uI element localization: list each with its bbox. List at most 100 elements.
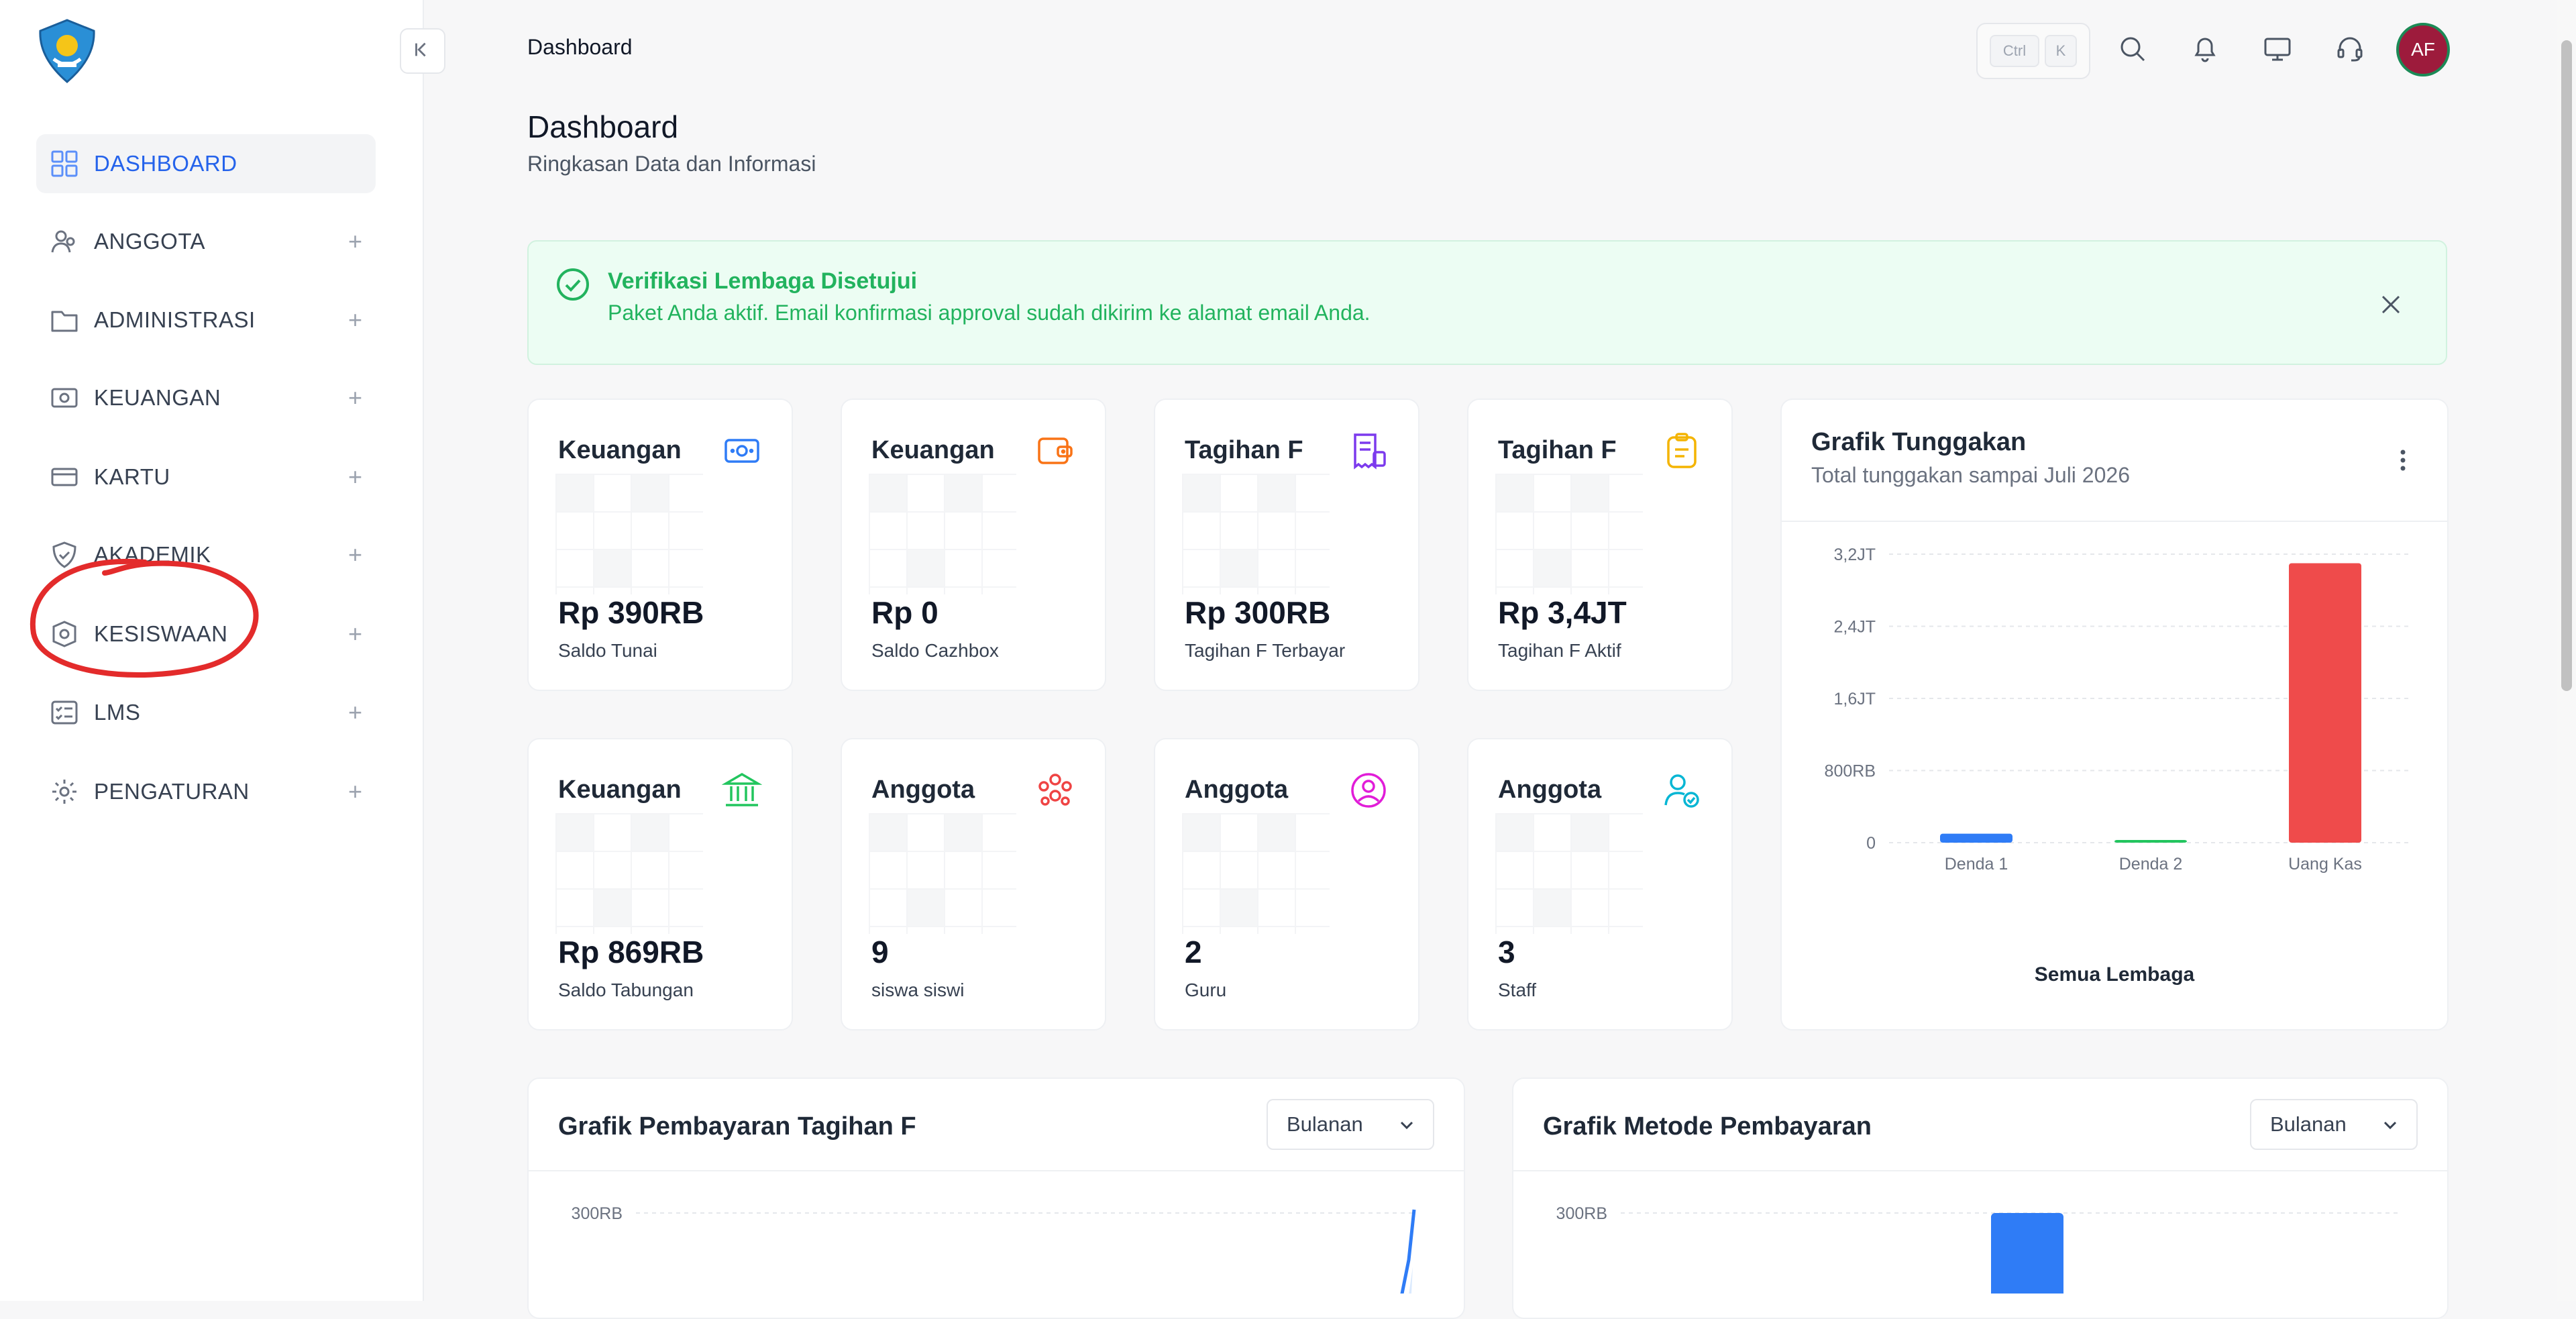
card-pattern xyxy=(1495,474,1643,594)
chart-title: Grafik Tunggakan xyxy=(1811,428,2027,456)
y-tick-label: 2,4JT xyxy=(1833,618,1876,637)
expand-plus-icon[interactable]: + xyxy=(348,525,362,584)
wallet-icon xyxy=(1038,437,1073,464)
stat-card-tagihan-terbayar[interactable]: Tagihan F Rp 300RB Tagihan F Terbayar xyxy=(1154,399,1419,691)
x-tick-label: Denda 2 xyxy=(2119,855,2183,874)
expand-plus-icon[interactable]: + xyxy=(348,683,362,742)
collapse-sidebar-button[interactable] xyxy=(400,28,445,74)
dashboard-grid-icon xyxy=(51,150,78,177)
student-badge-icon xyxy=(52,621,76,647)
sidebar-item-lms[interactable]: LMS + xyxy=(36,683,376,742)
card-title: Anggota xyxy=(871,776,975,804)
stat-card-saldo-tabungan[interactable]: Keuangan Rp 869RB Saldo Tabungan xyxy=(527,738,793,1031)
sidebar-item-label: ANGGOTA xyxy=(94,229,206,254)
expand-plus-icon[interactable]: + xyxy=(348,291,362,350)
card-pattern xyxy=(869,813,1016,934)
money-icon xyxy=(51,388,78,408)
card-label: Saldo Cazhbox xyxy=(871,640,999,661)
card-pattern xyxy=(1495,813,1643,934)
y-tick-label: 1,6JT xyxy=(1833,690,1876,708)
verification-alert: Verifikasi Lembaga Disetujui Paket Anda … xyxy=(527,240,2447,365)
sidebar-item-administrasi[interactable]: ADMINISTRASI + xyxy=(36,291,376,350)
sidebar-item-kesiswaan[interactable]: KESISWAAN + xyxy=(36,604,376,664)
user-avatar[interactable]: AF xyxy=(2396,23,2450,76)
period-select[interactable]: Bulanan xyxy=(2250,1099,2418,1150)
period-select-value: Bulanan xyxy=(1287,1112,1363,1136)
stat-card-tagihan-aktif[interactable]: Tagihan F Rp 3,4JT Tagihan F Aktif xyxy=(1467,399,1733,691)
sidebar-item-label: KEUANGAN xyxy=(94,385,221,410)
alert-message: Paket Anda aktif. Email konfirmasi appro… xyxy=(608,301,1371,325)
card-pattern xyxy=(869,474,1016,594)
sidebar-item-label: AKADEMIK xyxy=(94,542,211,567)
invoice-icon xyxy=(1354,433,1386,470)
scrollbar-thumb[interactable] xyxy=(2561,40,2572,691)
search-icon[interactable] xyxy=(2117,34,2148,64)
checklist-icon xyxy=(51,700,78,725)
card-label: Saldo Tabungan xyxy=(558,980,694,1000)
y-tick-label: 300RB xyxy=(572,1204,623,1223)
stat-card-staff[interactable]: Anggota 3 Staff xyxy=(1467,738,1733,1031)
page-scrollbar[interactable] xyxy=(2557,0,2576,1301)
sidebar-item-keuangan[interactable]: KEUANGAN + xyxy=(36,368,376,427)
institution-logo[interactable] xyxy=(34,17,101,85)
bar-denda-1 xyxy=(1940,833,2012,843)
bell-icon[interactable] xyxy=(2190,34,2220,64)
divider xyxy=(1782,521,2447,522)
expand-plus-icon[interactable]: + xyxy=(348,762,362,821)
sidebar-item-dashboard[interactable]: DASHBOARD xyxy=(36,134,376,193)
sidebar-item-label: KARTU xyxy=(94,464,170,489)
expand-plus-icon[interactable]: + xyxy=(348,447,362,507)
metode-bar-chart: 300RB xyxy=(1556,1204,2399,1294)
group-icon xyxy=(1038,774,1072,806)
more-options-icon[interactable] xyxy=(2396,447,2410,474)
kbd-k: K xyxy=(2045,35,2077,67)
close-icon[interactable] xyxy=(2379,293,2403,317)
card-label: Saldo Tunai xyxy=(558,640,657,661)
chart-footer-label: Semua Lembaga xyxy=(2034,963,2195,986)
cash-icon xyxy=(724,439,759,463)
card-value: Rp 869RB xyxy=(558,935,704,969)
sidebar-item-pengaturan[interactable]: PENGATURAN + xyxy=(36,762,376,821)
sidebar-item-akademik[interactable]: AKADEMIK + xyxy=(36,525,376,584)
y-tick-label: 3,2JT xyxy=(1833,545,1876,564)
stat-card-guru[interactable]: Anggota 2 Guru xyxy=(1154,738,1419,1031)
period-select[interactable]: Bulanan xyxy=(1267,1099,1434,1150)
sidebar-item-anggota[interactable]: ANGGOTA + xyxy=(36,212,376,271)
sidebar-item-kartu[interactable]: KARTU + xyxy=(36,447,376,507)
expand-plus-icon[interactable]: + xyxy=(348,368,362,427)
gear-icon xyxy=(52,780,76,804)
headset-icon[interactable] xyxy=(2334,34,2365,64)
tunggakan-chart-panel: Grafik Tunggakan Total tunggakan sampai … xyxy=(1780,399,2449,1031)
monitor-icon[interactable] xyxy=(2262,34,2293,64)
header-title: Dashboard xyxy=(527,35,633,59)
card-value: Rp 390RB xyxy=(558,595,704,630)
page-subtitle: Ringkasan Data dan Informasi xyxy=(527,152,816,176)
command-search-shortcut[interactable]: Ctrl K xyxy=(1976,23,2090,79)
x-tick-label: Uang Kas xyxy=(2288,855,2362,874)
expand-plus-icon[interactable]: + xyxy=(348,604,362,664)
folder-icon xyxy=(51,311,78,332)
chart-subtitle: Total tunggakan sampai Juli 2026 xyxy=(1811,463,2130,487)
tunggakan-bar-chart: 0 800RB 1,6JT 2,4JT 3,2JT Denda 1 Denda 2 Uang … xyxy=(1825,545,2412,874)
chart-title: Grafik Metode Pembayaran xyxy=(1543,1112,1872,1141)
expand-plus-icon[interactable]: + xyxy=(348,212,362,271)
divider xyxy=(529,1170,1464,1171)
chevron-down-icon xyxy=(1400,1121,1413,1130)
sidebar-item-label: KESISWAAN xyxy=(94,621,228,646)
alert-title: Verifikasi Lembaga Disetujui xyxy=(608,268,918,294)
card-title: Keuangan xyxy=(558,776,682,804)
bar-uang-kas xyxy=(2289,563,2361,843)
y-tick-label: 0 xyxy=(1866,834,1876,853)
stat-card-saldo-cazhbox[interactable]: Keuangan Rp 0 Saldo Cazhbox xyxy=(841,399,1106,691)
card-value: 3 xyxy=(1498,935,1515,969)
bar-metode xyxy=(1991,1213,2063,1294)
bar-denda-2 xyxy=(2114,840,2187,843)
card-value: 2 xyxy=(1185,935,1202,969)
card-title: Anggota xyxy=(1185,776,1289,804)
card-label: siswa siswi xyxy=(871,980,965,1000)
sidebar-item-label: DASHBOARD xyxy=(94,151,237,176)
card-label: Tagihan F Terbayar xyxy=(1185,640,1346,661)
stat-card-saldo-tunai[interactable]: Keuangan Rp 390RB Saldo Tunai xyxy=(527,399,793,691)
bank-icon xyxy=(722,772,762,806)
stat-card-siswa[interactable]: Anggota 9 siswa siswi xyxy=(841,738,1106,1031)
